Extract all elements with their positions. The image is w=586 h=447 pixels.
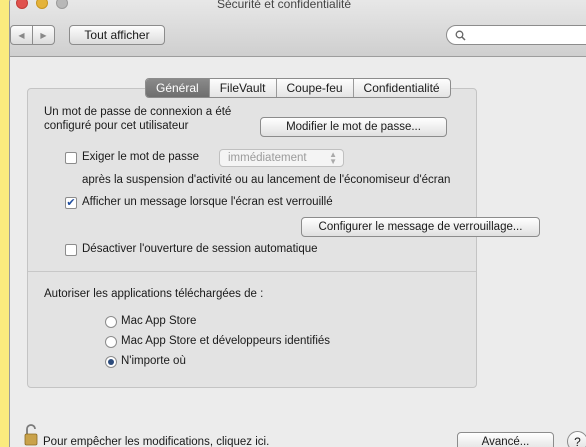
require-password-after-text: après la suspension d'activité ou au lan… [82,174,451,186]
radio-anywhere-label: N'importe où [121,355,186,367]
radio-identified-developers-label: Mac App Store et développeurs identifiés [121,335,331,347]
tab-filevault[interactable]: FileVault [208,79,276,97]
show-message-label: Afficher un message lorsque l'écran est … [82,196,333,208]
show-all-button[interactable]: Tout afficher [69,25,165,45]
tab-firewall[interactable]: Coupe-feu [275,79,353,97]
password-set-text-line2: configuré pour cet utilisateur [44,120,189,132]
require-password-label: Exiger le mot de passe [82,151,199,163]
general-panel: Un mot de passe de connexion a été confi… [27,88,540,388]
configure-lock-message-button[interactable]: Configurer le message de verrouillage... [301,217,540,237]
radio-selected-dot [108,359,114,365]
password-set-text-line1: Un mot de passe de connexion a été [44,106,232,118]
forward-button[interactable]: ▶ [32,26,54,44]
tab-bar: Général FileVault Coupe-feu Confidential… [145,78,451,98]
search-input[interactable] [470,29,586,41]
help-button[interactable]: ? [567,431,586,447]
disable-auto-login-label: Désactiver l'ouverture de session automa… [82,243,318,255]
advanced-button[interactable]: Avancé... [457,432,554,447]
search-icon [455,30,466,41]
nav-buttons: ◀ ▶ [10,25,55,45]
disable-auto-login-checkbox[interactable] [65,244,77,256]
radio-mac-app-store-label: Mac App Store [121,315,197,327]
title-bar: Sécurité et confidentialité ◀ ▶ Tout aff… [10,0,586,57]
search-field[interactable] [446,25,586,45]
radio-identified-developers[interactable] [105,336,117,348]
tab-privacy[interactable]: Confidentialité [352,79,450,97]
tab-general[interactable]: Général [146,79,209,97]
lock-text[interactable]: Pour empêcher les modifications, cliquez… [43,436,269,447]
back-button[interactable]: ◀ [11,26,32,44]
require-password-delay-value: immédiatement [228,152,307,164]
show-message-checkbox[interactable]: ✔ [65,197,77,209]
window-title: Sécurité et confidentialité [216,0,352,11]
change-password-button[interactable]: Modifier le mot de passe... [260,117,447,137]
allow-apps-label: Autoriser les applications téléchargées … [44,288,264,300]
select-arrows-icon: ▲ ▼ [329,150,337,166]
section-divider [28,271,476,272]
radio-mac-app-store[interactable] [105,316,117,328]
preferences-window: Sécurité et confidentialité ◀ ▶ Tout aff… [9,0,586,447]
require-password-checkbox[interactable] [65,152,77,164]
require-password-delay-select[interactable]: immédiatement ▲ ▼ [219,149,344,167]
radio-anywhere[interactable] [105,356,117,368]
lock-icon[interactable] [24,424,38,446]
